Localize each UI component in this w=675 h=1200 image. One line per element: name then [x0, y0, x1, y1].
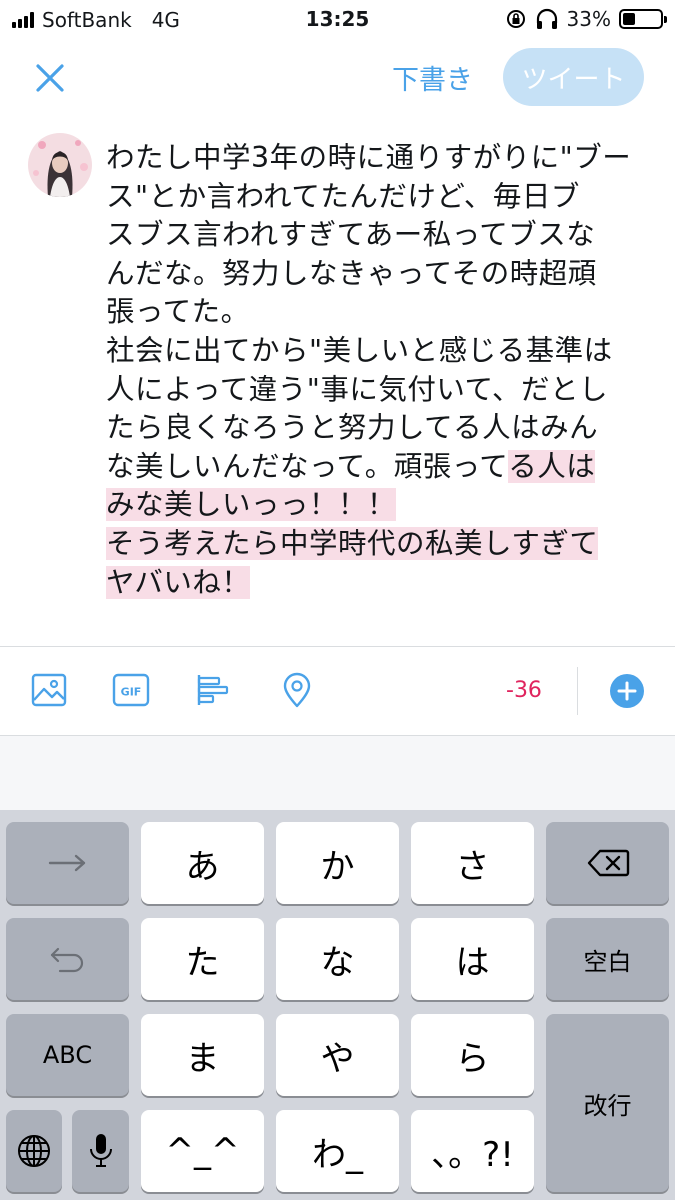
key-na[interactable]: な	[276, 918, 399, 1000]
key-globe[interactable]	[6, 1110, 62, 1192]
key-ra[interactable]: ら	[411, 1014, 534, 1096]
avatar[interactable]	[28, 133, 92, 197]
over-limit-text: る人は	[508, 449, 596, 483]
keyboard-suggestion-bar	[0, 736, 675, 810]
drafts-button[interactable]: 下書き	[392, 58, 473, 97]
text-line: たら良くなろうと努力してる人はみん	[106, 411, 599, 445]
plus-icon	[617, 681, 637, 701]
orientation-lock-icon	[506, 10, 525, 28]
compose-header: 下書き ツイート	[0, 40, 675, 112]
key-undo[interactable]	[6, 918, 129, 1000]
location-icon	[283, 672, 311, 708]
undo-icon	[50, 947, 83, 973]
key-ta[interactable]: た	[141, 918, 264, 1000]
battery-icon	[619, 9, 667, 29]
over-limit-text: ヤバいね！	[106, 565, 251, 599]
headphones-icon	[536, 8, 557, 29]
key-dictation[interactable]	[72, 1110, 129, 1192]
close-button[interactable]	[30, 58, 70, 98]
text-line: わたし中学3年の時に通りすがりに"ブー	[106, 141, 632, 174]
poll-icon	[197, 675, 229, 705]
svg-text:GIF: GIF	[121, 686, 142, 699]
key-punctuation[interactable]: 、。?!	[411, 1110, 534, 1192]
battery-fill	[623, 13, 635, 25]
text-line-mixed: な美しいんだなって。頑張ってる人は	[106, 448, 656, 487]
key-abc[interactable]: ABC	[6, 1014, 129, 1096]
globe-icon	[18, 1135, 50, 1167]
tweet-button[interactable]: ツイート	[503, 48, 644, 106]
key-ha[interactable]: は	[411, 918, 534, 1000]
image-button[interactable]	[30, 671, 68, 709]
image-icon	[31, 673, 67, 707]
gif-icon: GIF	[112, 673, 150, 707]
text-line: んだな。努力しなきゃってその時超頑	[106, 256, 597, 290]
text-line: ス"とか言われてたんだけど、毎日ブ	[106, 179, 580, 213]
avatar-image	[28, 133, 92, 197]
compose-toolbar: GIF -36	[0, 647, 675, 735]
key-next[interactable]	[6, 822, 129, 904]
key-ka[interactable]: か	[276, 822, 399, 904]
battery-percent: 33%	[566, 7, 611, 31]
text-line: 張ってた。	[106, 295, 250, 329]
text-line: 人によって違う"事に気付いて、だとし	[106, 372, 609, 406]
key-space[interactable]: 空白	[546, 918, 669, 1000]
text-line: スブス言われすぎてあー私ってブスな	[106, 218, 596, 252]
key-sa[interactable]: さ	[411, 822, 534, 904]
gif-button[interactable]: GIF	[112, 671, 150, 709]
text-line: 社会に出てから"美しいと感じる基準は	[106, 333, 613, 367]
tweet-text-area[interactable]: わたし中学3年の時に通りすがりに"ブー ス"とか言われてたんだけど、毎日ブ スブス言…	[106, 139, 656, 602]
over-limit-text: みな美しいっっ！！！	[106, 488, 397, 522]
over-limit-text: そう考えたら中学時代の私美しすぎて	[106, 526, 599, 560]
status-right: 33%	[505, 7, 667, 31]
status-bar: SoftBank 4G 13:25 33%	[0, 0, 675, 40]
text-line-over: みな美しいっっ！！！	[106, 486, 656, 525]
key-ya[interactable]: や	[276, 1014, 399, 1096]
poll-button[interactable]	[194, 671, 232, 709]
text-line-over: ヤバいね！	[106, 564, 656, 603]
key-wa[interactable]: わ_	[276, 1110, 399, 1192]
location-button[interactable]	[278, 671, 316, 709]
char-counter: -36	[506, 678, 542, 703]
add-tweet-button[interactable]	[610, 674, 644, 708]
key-return[interactable]: 改行	[546, 1014, 669, 1192]
text-normal-part: な美しいんだなって。頑張って	[106, 449, 509, 483]
delete-icon	[587, 849, 629, 877]
microphone-icon	[89, 1134, 112, 1167]
key-a[interactable]: あ	[141, 822, 264, 904]
key-delete[interactable]	[546, 822, 669, 904]
key-ma[interactable]: ま	[141, 1014, 264, 1096]
close-icon	[36, 64, 64, 92]
key-emoticon[interactable]: ^_^	[141, 1110, 264, 1192]
keyboard: あ か さ た な は 空白 ABC ま や ら 改行 ^_^ わ_ 、。?!	[0, 810, 675, 1200]
arrow-right-icon	[48, 854, 85, 872]
toolbar-separator	[577, 667, 578, 715]
text-line-over: そう考えたら中学時代の私美しすぎて	[106, 525, 656, 564]
